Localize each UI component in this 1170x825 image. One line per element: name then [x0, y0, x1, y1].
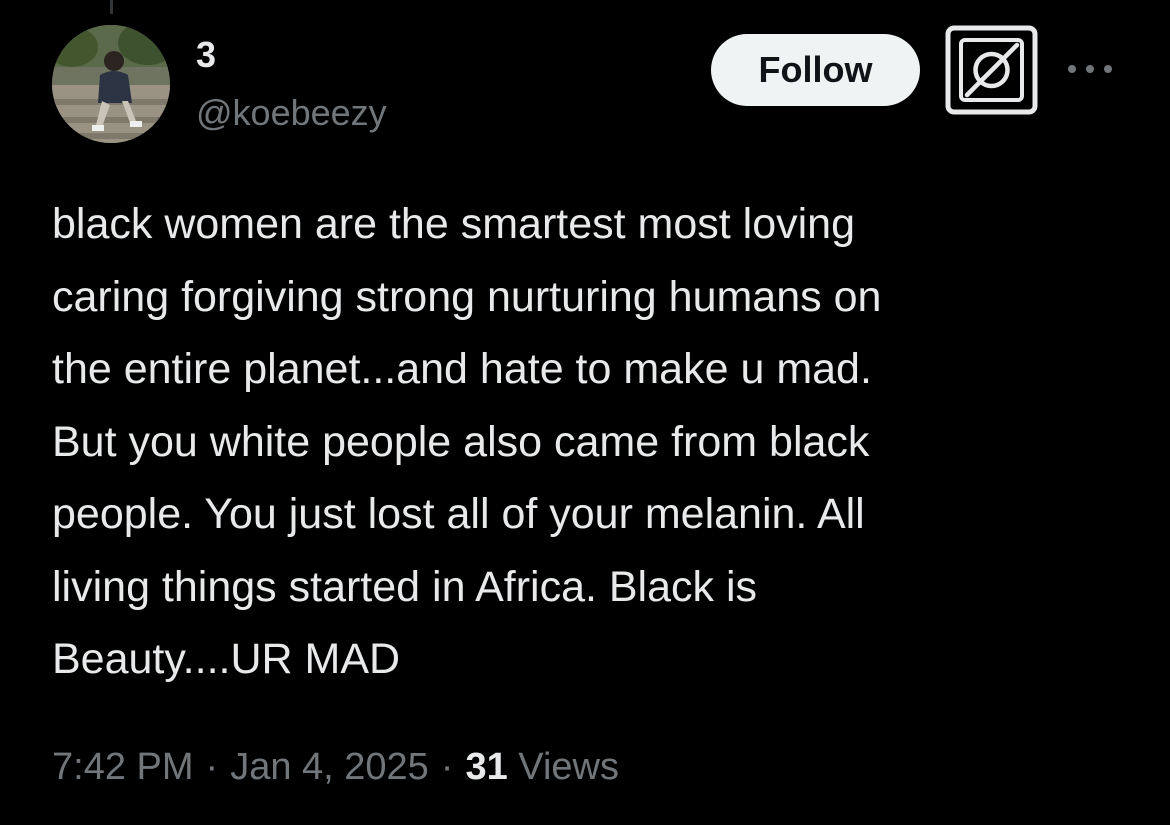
views-count[interactable]: 31	[465, 746, 507, 788]
tweet-text-line: Beauty....UR MAD	[52, 635, 401, 683]
tweet-time[interactable]: 7:42 PM	[52, 746, 194, 788]
grok-button[interactable]	[945, 25, 1038, 115]
more-options-dot	[1086, 65, 1094, 73]
grok-icon	[945, 25, 1038, 115]
user-avatar-photo-icon	[52, 25, 170, 143]
tweet-text-line: living things started in Africa. Black i…	[52, 562, 758, 611]
tweet-text-line: people. You just lost all of your melani…	[52, 490, 865, 538]
tweet-date[interactable]: Jan 4, 2025	[230, 746, 429, 788]
tweet-text-line: the entire planet...and hate to make u m…	[52, 345, 872, 393]
display-name[interactable]: 3	[196, 34, 216, 76]
meta-separator: ·	[440, 746, 454, 788]
tweet-text: black women are the smartest most loving…	[52, 188, 1132, 696]
views-label[interactable]: Views	[518, 746, 619, 788]
tweet-text-line: caring forgiving strong nurturing humans…	[52, 272, 882, 321]
thread-connector-line	[110, 0, 113, 14]
follow-button[interactable]: Follow	[711, 34, 920, 106]
tweet-metadata: 7:42 PM · Jan 4, 2025 · 31 Views	[52, 744, 619, 790]
meta-separator: ·	[205, 746, 219, 788]
more-options-dot	[1104, 65, 1112, 73]
user-handle[interactable]: @koebeezy	[196, 92, 387, 134]
tweet-text-line: black women are the smartest most loving	[52, 200, 855, 248]
tweet-text-line: But you white people also came from blac…	[52, 417, 870, 466]
more-options-icon	[1068, 65, 1076, 73]
avatar[interactable]	[52, 25, 170, 143]
more-options-button[interactable]	[1066, 54, 1114, 82]
